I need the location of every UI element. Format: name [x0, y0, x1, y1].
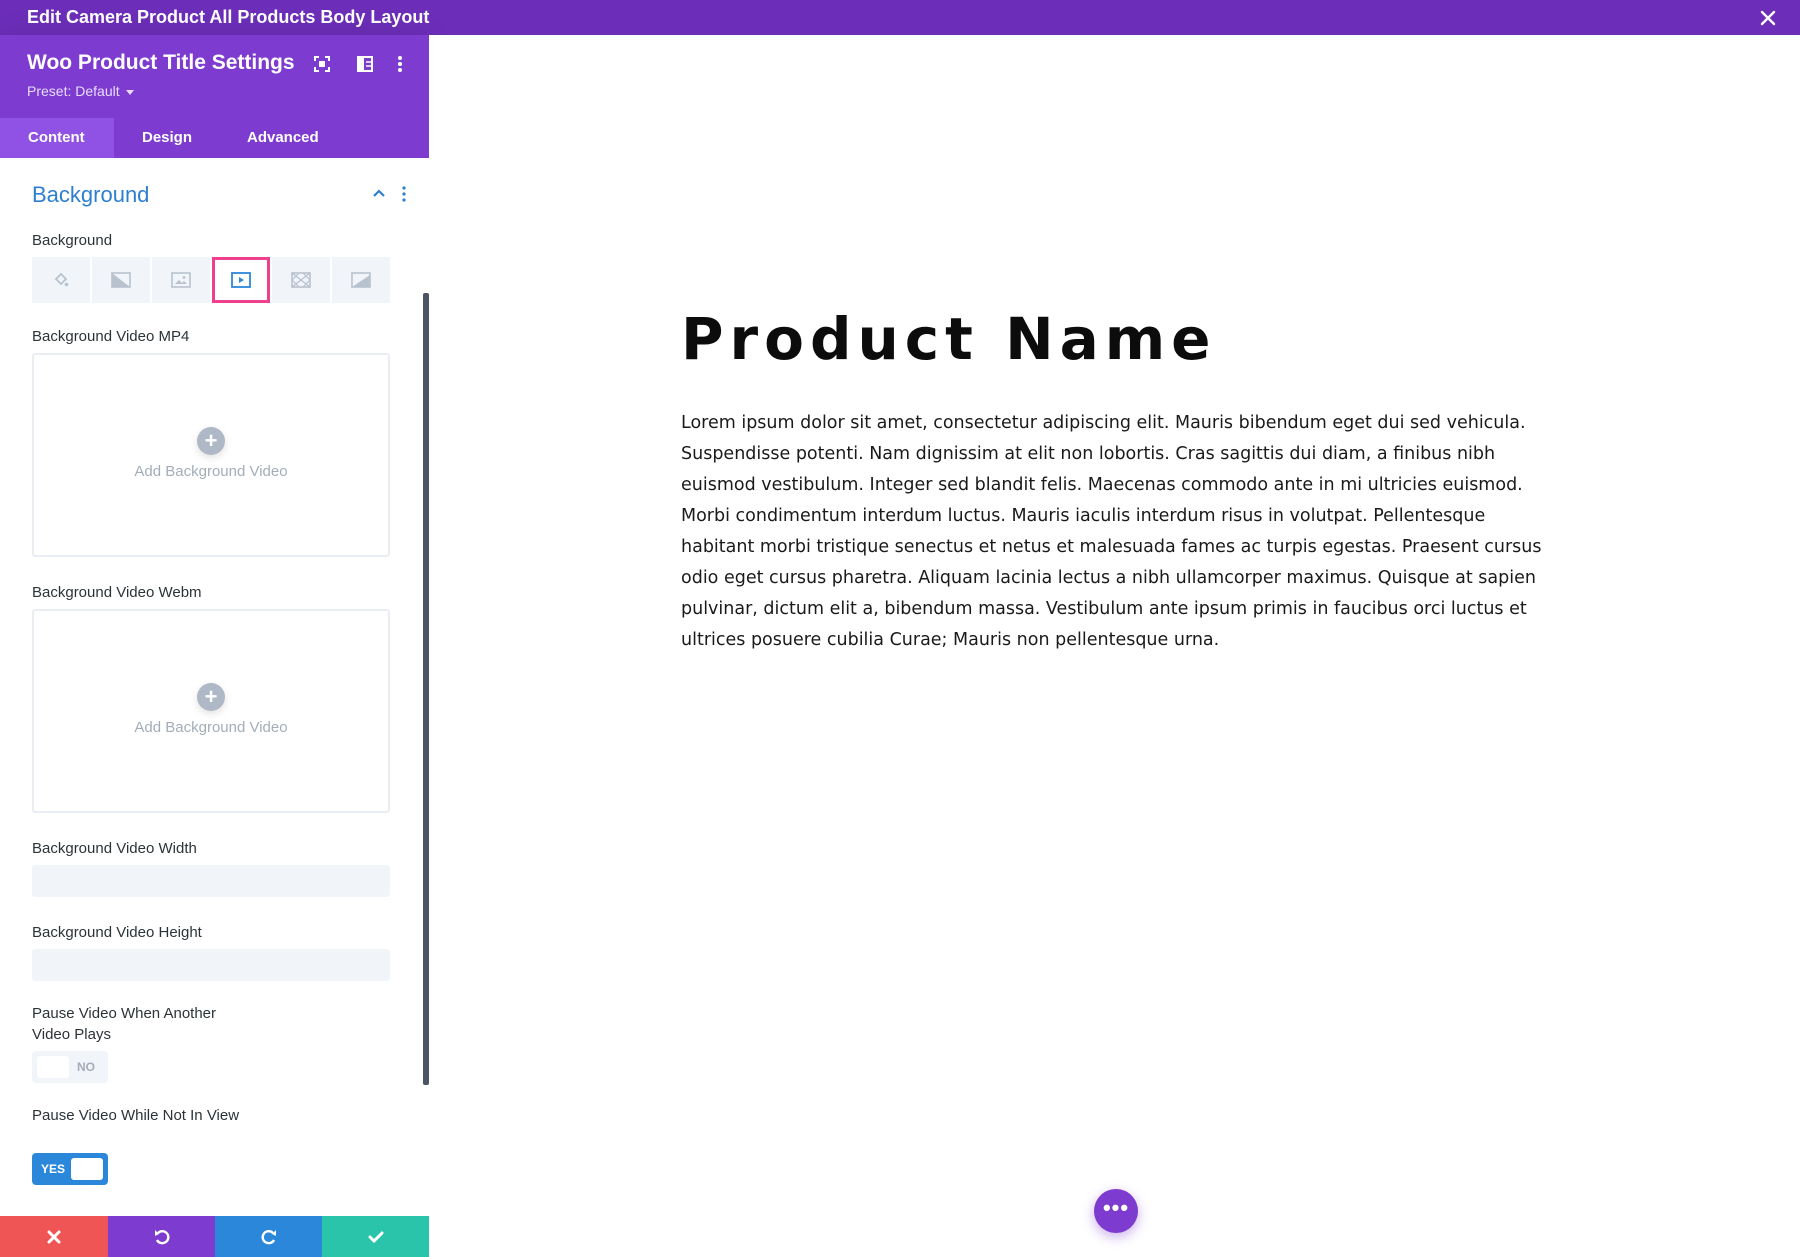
- preset-dropdown[interactable]: Preset: Default: [27, 83, 134, 99]
- gradient-icon: [111, 272, 131, 288]
- background-image-tab[interactable]: [152, 257, 210, 303]
- check-icon: [368, 1231, 383, 1243]
- expand-icon[interactable]: [311, 53, 333, 75]
- background-label: Background: [32, 232, 113, 249]
- tab-design[interactable]: Design: [142, 118, 192, 158]
- toggle-knob: [37, 1056, 69, 1078]
- color-icon: [54, 272, 69, 287]
- cancel-button[interactable]: [0, 1216, 108, 1257]
- video-width-label: Background Video Width: [32, 840, 197, 857]
- toggle-state: YES: [41, 1162, 66, 1176]
- image-icon: [171, 272, 191, 288]
- tab-advanced[interactable]: Advanced: [247, 118, 319, 158]
- mask-icon: [351, 272, 371, 288]
- product-description[interactable]: Lorem ipsum dolor sit amet, consectetur …: [681, 408, 1551, 656]
- toggle-state: NO: [77, 1060, 95, 1074]
- save-button[interactable]: [322, 1216, 429, 1257]
- upload-text: Add Background Video: [134, 463, 288, 480]
- background-video-tab[interactable]: [212, 257, 270, 303]
- video-webm-label: Background Video Webm: [32, 584, 202, 601]
- pause-view-toggle[interactable]: YES: [32, 1153, 108, 1185]
- page-canvas: Product Name Lorem ipsum dolor sit amet,…: [429, 35, 1800, 1257]
- video-mp4-upload[interactable]: + Add Background Video: [32, 353, 390, 557]
- pattern-icon: [291, 272, 311, 288]
- toggle-knob: [71, 1158, 103, 1180]
- video-mp4-label: Background Video MP4: [32, 328, 190, 345]
- preset-label: Preset: Default: [27, 83, 120, 99]
- video-width-input[interactable]: [32, 865, 390, 897]
- panel-footer: [0, 1216, 429, 1257]
- redo-icon: [261, 1229, 276, 1244]
- upload-text: Add Background Video: [134, 719, 288, 736]
- undo-button[interactable]: [108, 1216, 215, 1257]
- panel-body: Background Background Background Video M…: [0, 158, 429, 1216]
- add-icon: +: [197, 683, 225, 711]
- builder-app: Edit Camera Product All Products Body La…: [0, 0, 1800, 1257]
- panel-tabs: Content Design Advanced: [0, 118, 429, 158]
- undo-icon: [154, 1229, 169, 1244]
- chevron-up-icon[interactable]: [372, 188, 386, 198]
- background-pattern-tab[interactable]: [272, 257, 330, 303]
- tab-content[interactable]: Content: [0, 118, 114, 158]
- chevron-down-icon: [125, 89, 134, 95]
- video-height-label: Background Video Height: [32, 924, 202, 941]
- split-view-icon[interactable]: [354, 53, 376, 75]
- video-height-input[interactable]: [32, 949, 390, 981]
- background-gradient-tab[interactable]: [92, 257, 150, 303]
- video-icon: [231, 272, 251, 288]
- panel-header: Woo Product Title Settings Preset: Defau…: [0, 35, 429, 158]
- window-title: Edit Camera Product All Products Body La…: [27, 7, 430, 27]
- add-icon: +: [197, 427, 225, 455]
- background-color-tab[interactable]: [32, 257, 90, 303]
- section-more-icon[interactable]: [400, 185, 408, 203]
- section-title[interactable]: Background: [32, 182, 149, 208]
- settings-panel: Woo Product Title Settings Preset: Defau…: [0, 35, 429, 1257]
- background-mask-tab[interactable]: [332, 257, 390, 303]
- redo-button[interactable]: [215, 1216, 322, 1257]
- close-icon: [47, 1230, 61, 1243]
- video-webm-upload[interactable]: + Add Background Video: [32, 609, 390, 813]
- pause-other-label: Pause Video When Another Video Plays: [32, 1005, 217, 1043]
- close-icon[interactable]: [1758, 8, 1778, 28]
- page-settings-button[interactable]: •••: [1094, 1189, 1138, 1233]
- background-type-tabs: [32, 257, 390, 303]
- pause-view-label: Pause Video While Not In View: [32, 1107, 240, 1124]
- more-options-icon[interactable]: [389, 53, 411, 75]
- panel-title: Woo Product Title Settings: [27, 51, 295, 74]
- pause-other-toggle[interactable]: NO: [32, 1051, 108, 1083]
- top-bar: Edit Camera Product All Products Body La…: [0, 0, 1800, 35]
- product-title[interactable]: Product Name: [681, 305, 1217, 373]
